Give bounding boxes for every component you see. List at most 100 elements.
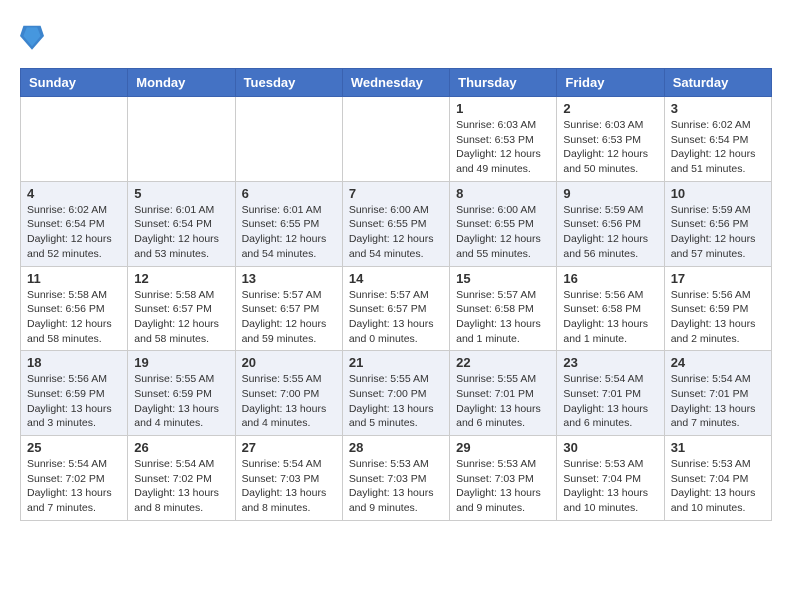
day-number: 31	[671, 440, 765, 455]
day-info: Sunrise: 5:56 AM Sunset: 6:59 PM Dayligh…	[27, 372, 121, 431]
calendar-cell: 31 Sunrise: 5:53 AM Sunset: 7:04 PM Dayli…	[664, 436, 771, 521]
column-header-tuesday: Tuesday	[235, 69, 342, 97]
day-info: Sunrise: 5:54 AM Sunset: 7:02 PM Dayligh…	[134, 457, 228, 516]
calendar-cell: 6 Sunrise: 6:01 AM Sunset: 6:55 PM Daylig…	[235, 181, 342, 266]
calendar-cell	[342, 97, 449, 182]
logo	[20, 20, 48, 52]
calendar-cell: 27 Sunrise: 5:54 AM Sunset: 7:03 PM Dayli…	[235, 436, 342, 521]
calendar-cell: 19Sunrise: 5:55 AM Sunset: 6:59 PM Dayli…	[128, 351, 235, 436]
day-info: Sunrise: 5:59 AM Sunset: 6:56 PM Dayligh…	[563, 203, 657, 262]
day-number: 10	[671, 186, 765, 201]
calendar-cell	[21, 97, 128, 182]
column-header-wednesday: Wednesday	[342, 69, 449, 97]
calendar-cell: 30 Sunrise: 5:53 AM Sunset: 7:04 PM Dayli…	[557, 436, 664, 521]
day-number: 21	[349, 355, 443, 370]
calendar-week-row: 4Sunrise: 6:02 AM Sunset: 6:54 PM Daylig…	[21, 181, 772, 266]
day-info: Sunrise: 5:58 AM Sunset: 6:56 PM Dayligh…	[27, 288, 121, 347]
calendar-cell: 5 Sunrise: 6:01 AM Sunset: 6:54 PM Daylig…	[128, 181, 235, 266]
day-info: Sunrise: 5:58 AM Sunset: 6:57 PM Dayligh…	[134, 288, 228, 347]
day-info: Sunrise: 6:01 AM Sunset: 6:55 PM Dayligh…	[242, 203, 336, 262]
day-info: Sunrise: 5:59 AM Sunset: 6:56 PM Dayligh…	[671, 203, 765, 262]
day-info: Sunrise: 5:55 AM Sunset: 7:01 PM Dayligh…	[456, 372, 550, 431]
day-info: Sunrise: 6:00 AM Sunset: 6:55 PM Dayligh…	[456, 203, 550, 262]
calendar-week-row: 25 Sunrise: 5:54 AM Sunset: 7:02 PM Dayli…	[21, 436, 772, 521]
logo-icon	[20, 20, 44, 52]
calendar-cell: 9 Sunrise: 5:59 AM Sunset: 6:56 PM Daylig…	[557, 181, 664, 266]
day-number: 20	[242, 355, 336, 370]
calendar-cell: 21 Sunrise: 5:55 AM Sunset: 7:00 PM Dayli…	[342, 351, 449, 436]
day-info: Sunrise: 5:53 AM Sunset: 7:03 PM Dayligh…	[456, 457, 550, 516]
calendar-cell: 25 Sunrise: 5:54 AM Sunset: 7:02 PM Dayli…	[21, 436, 128, 521]
day-number: 7	[349, 186, 443, 201]
day-number: 26	[134, 440, 228, 455]
day-number: 15	[456, 271, 550, 286]
day-info: Sunrise: 5:57 AM Sunset: 6:58 PM Dayligh…	[456, 288, 550, 347]
calendar-week-row: 1Sunrise: 6:03 AM Sunset: 6:53 PM Daylig…	[21, 97, 772, 182]
day-number: 17	[671, 271, 765, 286]
day-info: Sunrise: 5:55 AM Sunset: 7:00 PM Dayligh…	[242, 372, 336, 431]
calendar-header-row: SundayMondayTuesdayWednesdayThursdayFrid…	[21, 69, 772, 97]
day-info: Sunrise: 5:53 AM Sunset: 7:03 PM Dayligh…	[349, 457, 443, 516]
calendar-cell: 15 Sunrise: 5:57 AM Sunset: 6:58 PM Dayli…	[450, 266, 557, 351]
day-info: Sunrise: 5:56 AM Sunset: 6:58 PM Dayligh…	[563, 288, 657, 347]
column-header-thursday: Thursday	[450, 69, 557, 97]
calendar-cell: 26 Sunrise: 5:54 AM Sunset: 7:02 PM Dayli…	[128, 436, 235, 521]
day-number: 6	[242, 186, 336, 201]
day-number: 4	[27, 186, 121, 201]
calendar-cell	[235, 97, 342, 182]
calendar-cell: 3 Sunrise: 6:02 AM Sunset: 6:54 PM Daylig…	[664, 97, 771, 182]
day-number: 2	[563, 101, 657, 116]
day-info: Sunrise: 5:54 AM Sunset: 7:03 PM Dayligh…	[242, 457, 336, 516]
day-number: 29	[456, 440, 550, 455]
calendar-cell: 23 Sunrise: 5:54 AM Sunset: 7:01 PM Dayli…	[557, 351, 664, 436]
day-info: Sunrise: 5:54 AM Sunset: 7:01 PM Dayligh…	[563, 372, 657, 431]
calendar-cell: 20 Sunrise: 5:55 AM Sunset: 7:00 PM Dayli…	[235, 351, 342, 436]
calendar-cell	[128, 97, 235, 182]
day-info: Sunrise: 5:53 AM Sunset: 7:04 PM Dayligh…	[563, 457, 657, 516]
page-header	[20, 20, 772, 52]
calendar-week-row: 18 Sunrise: 5:56 AM Sunset: 6:59 PM Dayli…	[21, 351, 772, 436]
day-number: 14	[349, 271, 443, 286]
day-number: 11	[27, 271, 121, 286]
day-number: 24	[671, 355, 765, 370]
day-info: Sunrise: 5:53 AM Sunset: 7:04 PM Dayligh…	[671, 457, 765, 516]
calendar-cell: 18 Sunrise: 5:56 AM Sunset: 6:59 PM Dayli…	[21, 351, 128, 436]
day-info: Sunrise: 5:56 AM Sunset: 6:59 PM Dayligh…	[671, 288, 765, 347]
day-number: 3	[671, 101, 765, 116]
day-info: Sunrise: 5:57 AM Sunset: 6:57 PM Dayligh…	[242, 288, 336, 347]
day-info: Sunrise: 5:55 AM Sunset: 7:00 PM Dayligh…	[349, 372, 443, 431]
day-number: 27	[242, 440, 336, 455]
day-number: 16	[563, 271, 657, 286]
day-number: 25	[27, 440, 121, 455]
calendar-cell: 1Sunrise: 6:03 AM Sunset: 6:53 PM Daylig…	[450, 97, 557, 182]
day-info: Sunrise: 5:54 AM Sunset: 7:01 PM Dayligh…	[671, 372, 765, 431]
day-number: 30	[563, 440, 657, 455]
day-info: Sunrise: 5:54 AM Sunset: 7:02 PM Dayligh…	[27, 457, 121, 516]
day-number: 28	[349, 440, 443, 455]
calendar-cell: 22 Sunrise: 5:55 AM Sunset: 7:01 PM Dayli…	[450, 351, 557, 436]
day-info: Sunrise: 6:02 AM Sunset: 6:54 PM Dayligh…	[671, 118, 765, 177]
day-info: Sunrise: 6:00 AM Sunset: 6:55 PM Dayligh…	[349, 203, 443, 262]
day-info: Sunrise: 5:57 AM Sunset: 6:57 PM Dayligh…	[349, 288, 443, 347]
day-number: 5	[134, 186, 228, 201]
day-number: 12	[134, 271, 228, 286]
day-number: 22	[456, 355, 550, 370]
calendar-cell: 12 Sunrise: 5:58 AM Sunset: 6:57 PM Dayli…	[128, 266, 235, 351]
calendar-cell: 28 Sunrise: 5:53 AM Sunset: 7:03 PM Dayli…	[342, 436, 449, 521]
day-number: 9	[563, 186, 657, 201]
calendar-cell: 13Sunrise: 5:57 AM Sunset: 6:57 PM Dayli…	[235, 266, 342, 351]
day-info: Sunrise: 6:03 AM Sunset: 6:53 PM Dayligh…	[563, 118, 657, 177]
day-info: Sunrise: 6:03 AM Sunset: 6:53 PM Dayligh…	[456, 118, 550, 177]
day-info: Sunrise: 6:01 AM Sunset: 6:54 PM Dayligh…	[134, 203, 228, 262]
day-number: 8	[456, 186, 550, 201]
column-header-friday: Friday	[557, 69, 664, 97]
day-number: 23	[563, 355, 657, 370]
calendar-cell: 11 Sunrise: 5:58 AM Sunset: 6:56 PM Dayli…	[21, 266, 128, 351]
calendar-cell: 8 Sunrise: 6:00 AM Sunset: 6:55 PM Daylig…	[450, 181, 557, 266]
calendar-table: SundayMondayTuesdayWednesdayThursdayFrid…	[20, 68, 772, 521]
calendar-cell: 4Sunrise: 6:02 AM Sunset: 6:54 PM Daylig…	[21, 181, 128, 266]
calendar-cell: 14 Sunrise: 5:57 AM Sunset: 6:57 PM Dayli…	[342, 266, 449, 351]
calendar-cell: 17 Sunrise: 5:56 AM Sunset: 6:59 PM Dayli…	[664, 266, 771, 351]
calendar-cell: 29 Sunrise: 5:53 AM Sunset: 7:03 PM Dayli…	[450, 436, 557, 521]
day-number: 18	[27, 355, 121, 370]
